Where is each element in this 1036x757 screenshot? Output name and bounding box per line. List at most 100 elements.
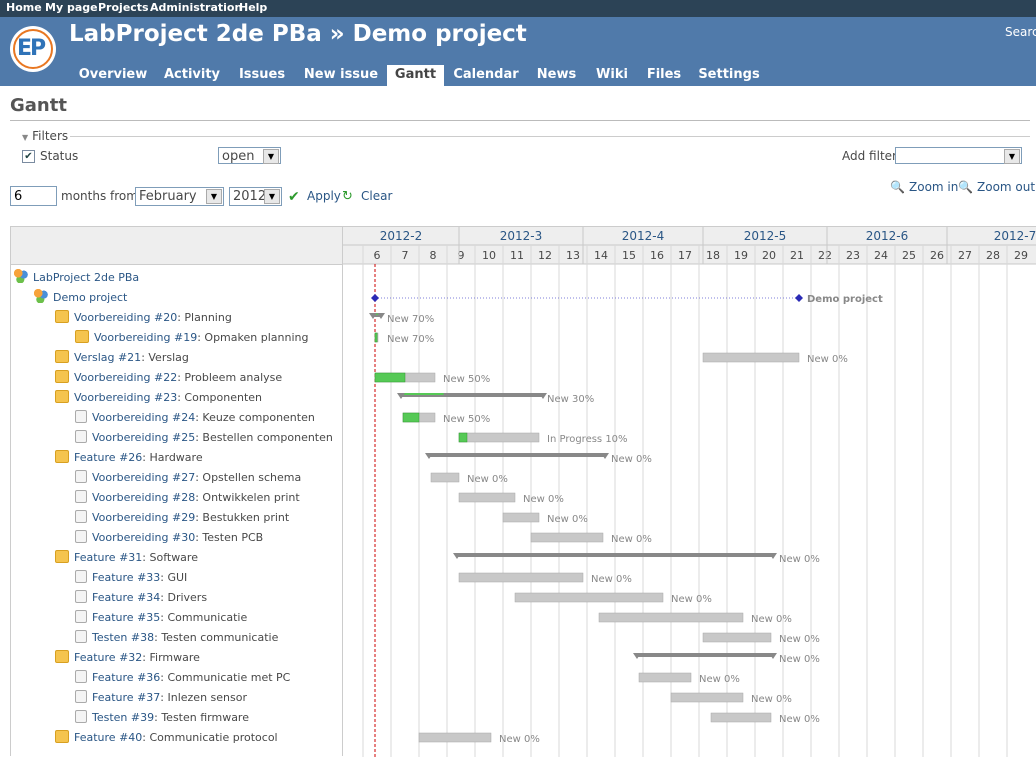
issue-link[interactable]: Voorbereiding #24 bbox=[92, 411, 195, 424]
title-divider bbox=[10, 120, 1030, 121]
gantt-week-label: 25 bbox=[902, 249, 916, 262]
issue-link[interactable]: Voorbereiding #29 bbox=[92, 511, 195, 524]
status-operator-value: open bbox=[222, 149, 255, 164]
add-filter-select[interactable]: ▼ bbox=[895, 147, 1022, 164]
issue-link[interactable]: Testen #39 bbox=[92, 711, 154, 724]
gantt-issue-row: Feature #26: Hardware bbox=[55, 449, 203, 467]
gantt-issue-row: Feature #31: Software bbox=[55, 549, 198, 567]
gantt-week-label: 10 bbox=[482, 249, 496, 262]
gantt-task-done bbox=[374, 332, 378, 343]
tab-overview[interactable]: Overview bbox=[77, 65, 149, 86]
apply-link[interactable]: Apply bbox=[307, 189, 341, 203]
clear-link[interactable]: Clear bbox=[361, 189, 392, 203]
gantt-subjects-header bbox=[11, 227, 342, 265]
project-logo: EP bbox=[10, 26, 56, 72]
tab-settings[interactable]: Settings bbox=[698, 65, 760, 86]
gantt-bar-label: New 30% bbox=[547, 394, 594, 405]
tab-gantt[interactable]: Gantt bbox=[387, 65, 444, 86]
gantt-week-label: 29 bbox=[1014, 249, 1028, 262]
issue-link[interactable]: Feature #35 bbox=[92, 611, 160, 624]
issue-link[interactable]: Feature #32 bbox=[74, 651, 142, 664]
gantt-month-label: 2012-6 bbox=[866, 229, 909, 243]
gantt-week-label: 27 bbox=[958, 249, 972, 262]
folder-icon bbox=[55, 310, 69, 323]
gantt-week-label: 11 bbox=[510, 249, 524, 262]
tab-calendar[interactable]: Calendar bbox=[452, 65, 520, 86]
issue-link[interactable]: Feature #40 bbox=[74, 731, 142, 744]
gantt-bar-label: New 50% bbox=[443, 374, 490, 385]
issue-icon bbox=[75, 410, 87, 423]
status-operator-select[interactable]: open ▼ bbox=[218, 147, 281, 164]
gantt-issue-row: Feature #33: GUI bbox=[75, 569, 187, 587]
gantt-task-bar bbox=[502, 512, 540, 523]
checkmark-icon: ✔ bbox=[288, 189, 300, 205]
top-menu-help[interactable]: Help bbox=[239, 1, 267, 14]
gantt-week-label: 14 bbox=[594, 249, 608, 262]
top-menu-home[interactable]: Home bbox=[6, 1, 42, 14]
issue-link[interactable]: Feature #37 bbox=[92, 691, 160, 704]
gantt-task-done bbox=[374, 372, 406, 383]
issue-link[interactable]: Voorbereiding #19 bbox=[94, 331, 197, 344]
tab-new-issue[interactable]: New issue bbox=[302, 65, 380, 86]
tab-issues[interactable]: Issues bbox=[236, 65, 288, 86]
issue-link[interactable]: Feature #31 bbox=[74, 551, 142, 564]
gantt-issue-row: Testen #39: Testen firmware bbox=[75, 709, 249, 727]
project-link[interactable]: Demo project bbox=[53, 291, 127, 304]
gantt-chart-svg: 6 7 8 9 10 11 12 13 14 15 16 17 18 19 20 21 22 23 24 25 26 27… bbox=[343, 227, 1036, 757]
gantt-week-label: 23 bbox=[846, 249, 860, 262]
issue-link[interactable]: Feature #34 bbox=[92, 591, 160, 604]
tab-activity[interactable]: Activity bbox=[162, 65, 222, 86]
gantt-bar-label: New 0% bbox=[611, 534, 652, 545]
gantt-task-done bbox=[458, 432, 468, 443]
gantt-parent-bar bbox=[429, 453, 605, 457]
zoom-out-link[interactable]: Zoom out bbox=[977, 180, 1035, 194]
gantt-bar-label: New 0% bbox=[611, 454, 652, 465]
top-menu-administration[interactable]: Administration bbox=[150, 1, 242, 14]
gantt-issue-row: Voorbereiding #19: Opmaken planning bbox=[75, 329, 308, 347]
status-label: Status bbox=[40, 149, 79, 163]
project-link[interactable]: LabProject 2de PBa bbox=[33, 271, 139, 284]
issue-link[interactable]: Voorbereiding #28 bbox=[92, 491, 195, 504]
gantt-week-label: 24 bbox=[874, 249, 888, 262]
month-select[interactable]: February ▼ bbox=[135, 187, 224, 206]
issue-subject: : Keuze componenten bbox=[195, 411, 315, 424]
issue-link[interactable]: Voorbereiding #20 bbox=[74, 311, 177, 324]
top-menu-projects[interactable]: Projects bbox=[98, 1, 149, 14]
gantt-week-label: 12 bbox=[538, 249, 552, 262]
gantt-issue-row: Feature #35: Communicatie bbox=[75, 609, 247, 627]
gantt-issue-row: Verslag #21: Verslag bbox=[55, 349, 189, 367]
tab-news[interactable]: News bbox=[534, 65, 579, 86]
months-input[interactable]: 6 bbox=[10, 186, 57, 206]
issue-link[interactable]: Voorbereiding #23 bbox=[74, 391, 177, 404]
filters-legend: Filters bbox=[32, 129, 69, 143]
issue-link[interactable]: Feature #33 bbox=[92, 571, 160, 584]
gantt-week-label: 13 bbox=[566, 249, 580, 262]
issue-link[interactable]: Voorbereiding #27 bbox=[92, 471, 195, 484]
dropdown-arrow-icon: ▼ bbox=[206, 189, 222, 204]
gantt-bar-label: New 0% bbox=[591, 574, 632, 585]
issue-link[interactable]: Verslag #21 bbox=[74, 351, 141, 364]
issue-link[interactable]: Testen #38 bbox=[92, 631, 154, 644]
issue-link[interactable]: Feature #26 bbox=[74, 451, 142, 464]
issue-link[interactable]: Feature #36 bbox=[92, 671, 160, 684]
filters-toggle[interactable]: ▼ Filters bbox=[22, 129, 68, 143]
issue-link[interactable]: Voorbereiding #22 bbox=[74, 371, 177, 384]
gantt-bar-label: New 0% bbox=[751, 614, 792, 625]
gantt-task-bar bbox=[710, 712, 772, 723]
gantt-project-row: LabProject 2de PBa bbox=[14, 269, 139, 287]
zoom-in-link[interactable]: Zoom in bbox=[909, 180, 958, 194]
issue-link[interactable]: Voorbereiding #25 bbox=[92, 431, 195, 444]
tab-wiki[interactable]: Wiki bbox=[594, 65, 630, 86]
year-select[interactable]: 2012 ▼ bbox=[229, 187, 282, 206]
issue-link[interactable]: Voorbereiding #30 bbox=[92, 531, 195, 544]
gantt-subjects-panel: LabProject 2de PBa Demo project Voorbereid… bbox=[10, 226, 343, 756]
tab-files[interactable]: Files bbox=[645, 65, 683, 86]
top-menu-my-page[interactable]: My page bbox=[45, 1, 98, 14]
issue-subject: : Testen firmware bbox=[154, 711, 249, 724]
issue-subject: : Componenten bbox=[177, 391, 263, 404]
gantt-week-label: 26 bbox=[930, 249, 944, 262]
gantt-issue-row: Voorbereiding #22: Probleem analyse bbox=[55, 369, 282, 387]
status-checkbox[interactable]: ✔ bbox=[22, 150, 35, 163]
months-from-label: months from bbox=[61, 189, 138, 203]
gantt-bar-label: New 0% bbox=[523, 494, 564, 505]
